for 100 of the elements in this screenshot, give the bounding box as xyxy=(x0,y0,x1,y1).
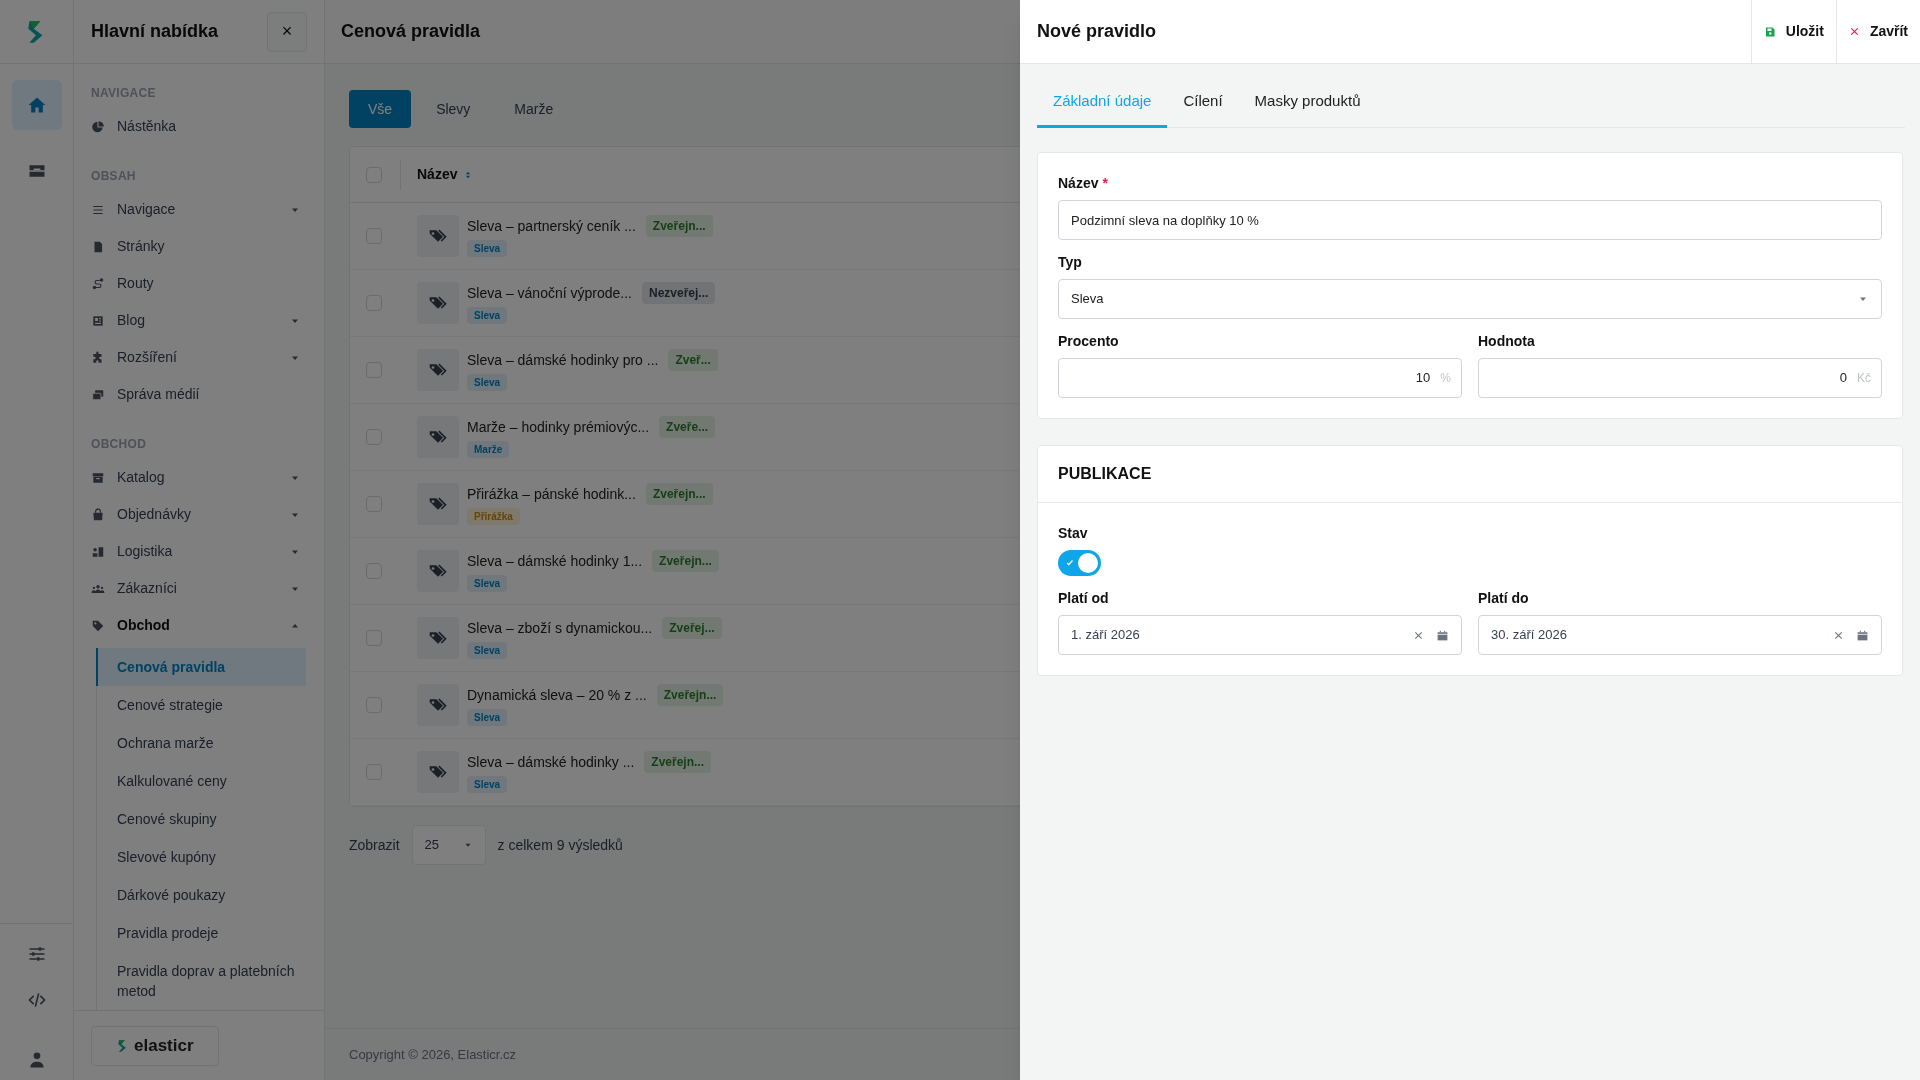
type-tag: Sleva xyxy=(467,374,508,391)
menu-item[interactable]: Zákazníci xyxy=(91,570,307,607)
close-button[interactable]: × xyxy=(267,11,307,52)
save-button[interactable]: Uložit xyxy=(1750,0,1836,63)
status-badge: Zveřejn... xyxy=(644,751,711,773)
menu-item[interactable]: Stránky xyxy=(91,228,307,265)
status-toggle[interactable] xyxy=(1058,550,1101,576)
newspaper-icon xyxy=(91,313,105,328)
form-tab[interactable]: Cílení xyxy=(1167,78,1239,128)
tag-icon xyxy=(91,618,105,633)
calendar-icon[interactable] xyxy=(1856,628,1869,642)
menu-item[interactable]: Objednávky xyxy=(91,496,307,533)
field-label: Název xyxy=(1058,175,1099,191)
card-heading: PUBLIKACE xyxy=(1058,464,1152,484)
rule-title[interactable]: Sleva – dámské hodinky ... xyxy=(467,751,635,773)
menu-item[interactable]: Navigace xyxy=(91,191,307,228)
submenu-item[interactable]: Pravidla doprav a platebních metod xyxy=(96,952,306,1010)
code-icon[interactable] xyxy=(26,990,47,1010)
status-badge: Zveřejn... xyxy=(645,483,713,505)
chart-icon xyxy=(91,119,105,134)
field-label: Hodnota xyxy=(1478,333,1535,349)
pagination-label: Zobrazit xyxy=(349,835,400,855)
rule-title[interactable]: Dynamická sleva – 20 % z ... xyxy=(467,684,647,706)
clear-icon[interactable] xyxy=(1413,629,1424,641)
submenu-item[interactable]: Ochrana marže xyxy=(96,724,306,762)
rule-title[interactable]: Sleva – dámské hodinky 1... xyxy=(467,550,643,572)
filter-tab[interactable]: Marže xyxy=(495,90,573,128)
submenu-item[interactable]: Cenové skupiny xyxy=(96,800,306,838)
close-button[interactable]: Zavřít xyxy=(1835,0,1920,63)
status-badge: Zveř... xyxy=(668,349,718,371)
images-icon xyxy=(91,387,105,402)
status-badge: Zveřej... xyxy=(662,617,722,639)
name-field[interactable]: Podzimní sleva na doplňky 10 % xyxy=(1058,200,1882,240)
field-label: Typ xyxy=(1058,254,1082,270)
sidebar-title: Hlavní nabídka xyxy=(91,20,219,43)
route-icon xyxy=(91,276,105,291)
menu-item[interactable]: Rozšíření xyxy=(91,339,307,376)
copyright: Copyright © 2026, Elasticr.cz xyxy=(349,1045,517,1064)
page-size-select[interactable]: 25 xyxy=(411,825,486,865)
rule-title[interactable]: Marže – hodinky prémiovýc... xyxy=(467,416,650,438)
menu-item[interactable]: Routy xyxy=(91,265,307,302)
form-tab[interactable]: Masky produktů xyxy=(1238,78,1377,128)
submenu-item[interactable]: Cenové strategie xyxy=(96,686,306,724)
type-tag: Marže xyxy=(467,441,510,458)
status-badge: Zveřejn... xyxy=(652,550,719,572)
type-tag: Sleva xyxy=(467,709,508,726)
field-label: Platí do xyxy=(1478,590,1529,606)
percent-field[interactable]: 10 % xyxy=(1058,358,1462,398)
required-mark: * xyxy=(1102,175,1108,191)
home-icon xyxy=(26,95,47,115)
menu-item[interactable]: Blog xyxy=(91,302,307,339)
box-icon xyxy=(91,470,105,485)
type-tag: Sleva xyxy=(467,776,508,793)
menu-item[interactable]: Katalog xyxy=(91,459,307,496)
submenu-item[interactable]: Cenová pravidla xyxy=(96,648,306,686)
brand-button[interactable]: elasticr xyxy=(91,1025,219,1066)
status-badge: Zveře... xyxy=(659,416,716,438)
puzzle-icon xyxy=(91,350,105,365)
status-badge: Zveřejn... xyxy=(645,215,713,237)
amount-field[interactable]: 0 Kč xyxy=(1478,358,1882,398)
type-tag: Sleva xyxy=(467,240,508,257)
form-tab[interactable]: Základní údaje xyxy=(1037,78,1168,128)
results-count: z celkem 9 výsledků xyxy=(497,835,623,855)
type-tag: Sleva xyxy=(467,307,508,324)
submenu-item[interactable]: Pravidla prodeje xyxy=(96,914,306,952)
submenu-item[interactable]: Slevové kupóny xyxy=(96,838,306,876)
check-icon xyxy=(1065,558,1075,568)
status-badge: Nezveřej... xyxy=(642,282,716,304)
menu-item[interactable]: Logistika xyxy=(91,533,307,570)
type-tag: Přirážka xyxy=(467,508,520,525)
type-tag: Sleva xyxy=(467,642,508,659)
submenu-item[interactable]: Kalkulované ceny xyxy=(96,762,306,800)
rule-title[interactable]: Sleva – zboží s dynamickou... xyxy=(467,617,653,639)
type-select[interactable]: Sleva xyxy=(1058,279,1882,319)
page-title: Cenová pravidla xyxy=(341,20,481,43)
filter-tab[interactable]: Slevy xyxy=(417,90,490,128)
end-date-field[interactable]: 30. září 2026 xyxy=(1478,615,1882,655)
field-label: Procento xyxy=(1058,333,1119,349)
rule-title[interactable]: Přirážka – pánské hodink... xyxy=(467,483,636,505)
menu-item[interactable]: Správa médií xyxy=(91,376,307,413)
rail-button[interactable] xyxy=(11,80,62,130)
rule-title[interactable]: Sleva – vánoční výprode... xyxy=(467,282,632,304)
field-label: Platí od xyxy=(1058,590,1109,606)
start-date-field[interactable]: 1. září 2026 xyxy=(1058,615,1462,655)
bag-icon xyxy=(91,507,105,522)
column-header[interactable]: Název xyxy=(417,164,458,185)
field-label: Stav xyxy=(1058,525,1088,541)
close-icon xyxy=(1848,26,1860,37)
save-icon xyxy=(1763,25,1776,38)
menu-item[interactable]: Nástěnka xyxy=(91,108,307,145)
clear-icon[interactable] xyxy=(1833,629,1844,641)
drawer-title: Nové pravidlo xyxy=(1036,20,1158,43)
status-badge: Zveřejn... xyxy=(656,684,724,706)
menu-item[interactable]: Obchod xyxy=(91,607,307,644)
type-tag: Sleva xyxy=(467,575,508,592)
submenu-item[interactable]: Dárkové poukazy xyxy=(96,876,306,914)
filter-tab[interactable]: Vše xyxy=(349,90,412,128)
rule-title[interactable]: Sleva – partnerský ceník ... xyxy=(467,215,636,237)
calendar-icon[interactable] xyxy=(1436,628,1449,642)
rule-title[interactable]: Sleva – dámské hodinky pro ... xyxy=(467,349,659,371)
